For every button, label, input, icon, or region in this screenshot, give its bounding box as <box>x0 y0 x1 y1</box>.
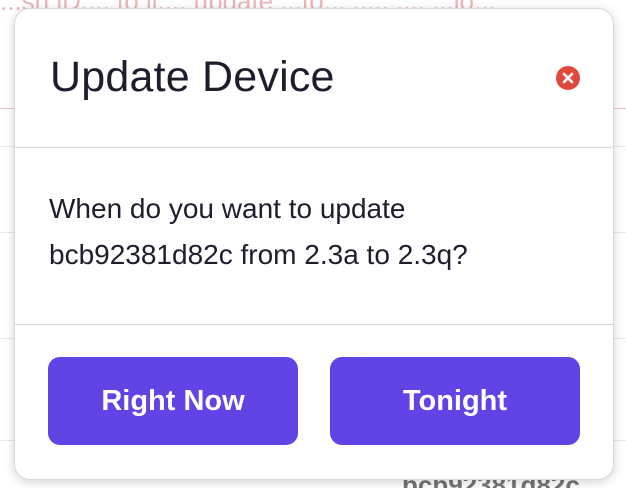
tonight-button[interactable]: Tonight <box>330 357 580 445</box>
dialog-body: When do you want to update bcb92381d82c … <box>15 148 613 325</box>
dialog-title: Update Device <box>50 53 335 101</box>
close-icon <box>562 72 574 84</box>
update-device-dialog: Update Device When do you want to update… <box>14 8 614 480</box>
dialog-header: Update Device <box>15 9 613 148</box>
page: ...sh iD.... to ll.... update ...to... .… <box>0 0 626 488</box>
dialog-message: When do you want to update bcb92381d82c … <box>49 193 468 270</box>
dialog-footer: Right Now Tonight <box>15 325 613 479</box>
right-now-button[interactable]: Right Now <box>48 357 298 445</box>
close-button[interactable] <box>556 66 580 90</box>
